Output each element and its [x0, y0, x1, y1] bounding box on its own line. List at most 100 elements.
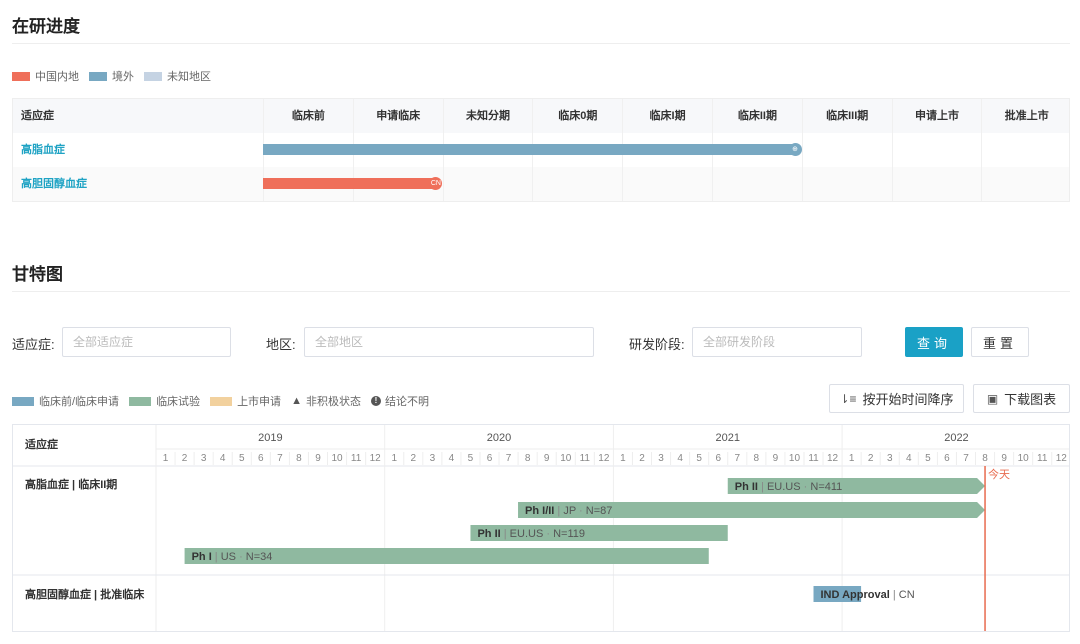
sort-by-start-button[interactable]: ⇂≡ 按开始时间降序	[829, 384, 964, 413]
stage-cell	[442, 167, 533, 201]
indication-link[interactable]: 高脂血症	[21, 133, 65, 167]
legend-item-unclear[interactable]: ! 结论不明	[370, 393, 429, 409]
stage-column-header: 申请临床	[352, 99, 443, 133]
month-tick-label: 12	[370, 453, 382, 464]
month-tick-label: 12	[1056, 453, 1068, 464]
indication-filter-input[interactable]	[62, 327, 231, 357]
progress-bar[interactable]	[263, 144, 795, 155]
year-tick-label: 2021	[716, 432, 740, 444]
stage-cell	[622, 167, 712, 201]
region-filter-label: 地区:	[266, 337, 296, 352]
phase-filter-input[interactable]	[692, 327, 862, 357]
legend-swatch-preclinical	[12, 396, 34, 406]
today-label: 今天	[988, 467, 1010, 481]
month-tick-label: 4	[677, 453, 683, 464]
info-icon: !	[370, 396, 381, 406]
query-button[interactable]: 查询	[905, 327, 963, 357]
legend-item-mainland[interactable]: 中国内地	[12, 68, 79, 84]
sort-descending-icon: ⇂≡	[839, 391, 857, 406]
download-icon: ▣	[986, 391, 999, 406]
legend-item-inactive[interactable]: ▲ 非积极状态	[291, 393, 361, 409]
month-tick-label: 5	[239, 453, 245, 464]
month-tick-label: 10	[331, 453, 343, 464]
stage-column-header: 临床III期	[801, 99, 892, 133]
stage-column-header: 临床I期	[622, 99, 712, 133]
gantt-bar-label: IND Approval | CN	[821, 589, 915, 601]
stage-cell	[981, 167, 1071, 201]
stage-cell	[712, 167, 802, 201]
stage-column-header: 临床前	[263, 99, 353, 133]
legend-item-overseas[interactable]: 境外	[89, 68, 134, 84]
progress-row-hypercholesterolemia: 高胆固醇血症 CN	[13, 167, 1069, 201]
month-tick-label: 1	[620, 453, 626, 464]
month-tick-label: 10	[789, 453, 801, 464]
stage-cell	[532, 167, 622, 201]
gantt-bar-label: Ph I/II | JP · N=87	[525, 505, 612, 517]
reset-button[interactable]: 重置	[971, 327, 1029, 357]
progress-bar[interactable]	[263, 178, 436, 189]
gantt-header-indication: 适应症	[25, 439, 58, 451]
month-tick-label: 11	[1037, 453, 1048, 464]
stage-column-header: 批准上市	[981, 99, 1071, 133]
indication-filter-label: 适应症:	[12, 337, 55, 352]
month-tick-label: 5	[925, 453, 931, 464]
gantt-chart: 2019 1 2 3 4 5 6 7 8 9 10 11 12 2020 1 2 3 4 5 6 7 8 9 10 11 12 20…	[12, 424, 1070, 632]
stage-cell	[801, 133, 892, 167]
month-tick-label: 1	[391, 453, 397, 464]
progress-legend: 中国内地 境外 未知地区	[12, 68, 221, 84]
stage-cell	[891, 167, 982, 201]
month-tick-label: 3	[430, 453, 436, 464]
legend-item-unknown[interactable]: 未知地区	[144, 68, 211, 84]
legend-swatch-marketing-application	[210, 396, 233, 406]
month-tick-label: 2	[639, 453, 645, 464]
indication-column-header: 适应症	[21, 110, 54, 122]
gantt-bar-label: Ph I | US · N=34	[192, 551, 273, 563]
legend-swatch-clinical-trial	[129, 396, 152, 406]
stage-cell	[891, 133, 982, 167]
legend-item-preclinical[interactable]: 临床前/临床申请	[12, 393, 119, 409]
month-tick-label: 7	[277, 453, 283, 464]
month-tick-label: 9	[1001, 453, 1007, 464]
month-tick-label: 5	[696, 453, 702, 464]
progress-row-hyperlipidemia: 高脂血症 ⊕	[13, 133, 1069, 167]
download-chart-button[interactable]: ▣ 下载图表	[973, 384, 1070, 413]
progress-table-header: 适应症 临床前 申请临床 未知分期 临床0期 临床I期 临床II期 临床III期 申请上市 批准…	[13, 99, 1069, 133]
month-tick-label: 4	[906, 453, 912, 464]
month-tick-label: 12	[598, 453, 610, 464]
month-tick-label: 2	[182, 453, 188, 464]
legend-item-marketing-application[interactable]: 上市申请	[210, 393, 281, 409]
month-tick-label: 3	[201, 453, 207, 464]
globe-icon: ⊕	[788, 143, 802, 156]
stage-column-header: 未知分期	[442, 99, 533, 133]
month-tick-label: 12	[827, 453, 839, 464]
month-tick-label: 6	[258, 453, 264, 464]
month-tick-label: 9	[315, 453, 321, 464]
region-filter-input[interactable]	[304, 327, 594, 357]
month-tick-label: 8	[525, 453, 531, 464]
stage-cell	[981, 133, 1071, 167]
indication-link[interactable]: 高胆固醇血症	[21, 167, 87, 201]
year-tick-label: 2022	[944, 432, 968, 444]
month-tick-label: 8	[296, 453, 302, 464]
legend-item-clinical-trial[interactable]: 临床试验	[129, 393, 200, 409]
stage-column-header: 临床II期	[712, 99, 802, 133]
month-tick-label: 6	[487, 453, 493, 464]
gantt-section-title: 甘特图	[12, 265, 63, 285]
month-tick-label: 11	[580, 453, 591, 464]
month-tick-label: 5	[468, 453, 474, 464]
month-tick-label: 11	[808, 453, 819, 464]
legend-swatch-mainland	[12, 71, 30, 81]
month-tick-label: 1	[163, 453, 169, 464]
legend-swatch-unknown	[144, 71, 162, 81]
month-tick-label: 2	[868, 453, 874, 464]
month-tick-label: 6	[944, 453, 950, 464]
month-tick-label: 11	[351, 453, 362, 464]
progress-divider	[12, 43, 1070, 44]
month-tick-label: 7	[506, 453, 512, 464]
month-tick-label: 10	[560, 453, 572, 464]
month-tick-label: 9	[773, 453, 779, 464]
phase-filter-label: 研发阶段:	[629, 337, 685, 352]
month-tick-label: 3	[658, 453, 664, 464]
legend-swatch-overseas	[89, 71, 107, 81]
triangle-icon: ▲	[291, 395, 302, 407]
